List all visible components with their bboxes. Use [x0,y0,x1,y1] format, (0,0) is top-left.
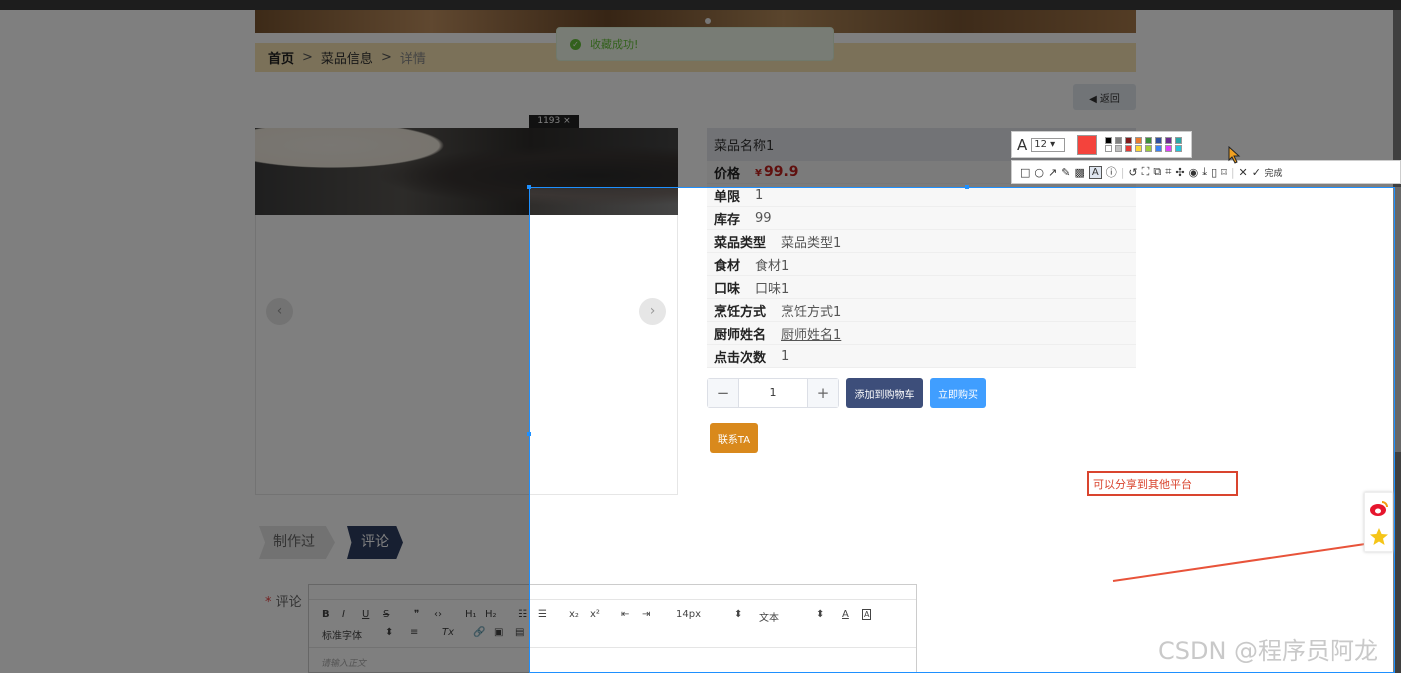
text-tool-icon[interactable]: A [1088,165,1102,179]
close-icon[interactable]: ✕ [1239,166,1248,179]
arrow-tool-icon[interactable]: ↗ [1048,166,1057,179]
ocr-icon[interactable]: ⛶ [1142,165,1150,179]
screenshot-dim-overlay [0,0,1401,187]
translate-icon[interactable]: ⧉ [1153,165,1161,179]
selection-handle[interactable] [527,432,531,436]
watermark: CSDN @程序员阿龙 [1158,637,1379,665]
download-icon[interactable]: ⤓ [1202,165,1207,179]
color-swatch[interactable] [1115,137,1123,144]
color-palette [1105,137,1184,152]
font-size-value: 12 [1034,138,1047,150]
pen-tool-icon[interactable]: ✎ [1061,166,1070,179]
rectangle-tool-icon[interactable]: □ [1020,166,1030,179]
pin-icon[interactable]: ✣ [1175,166,1184,179]
text-style-icon: A [1017,135,1028,154]
current-color-swatch[interactable] [1077,134,1098,155]
color-swatch[interactable] [1165,145,1173,152]
screenshot-dim-overlay [0,187,529,673]
color-swatch[interactable] [1125,145,1133,152]
undo-icon[interactable]: ↺ [1128,166,1137,179]
selection-rectangle[interactable] [529,187,1395,673]
color-swatch[interactable] [1165,137,1173,144]
phone-icon[interactable]: ▯ [1211,166,1217,179]
mosaic-tool-icon[interactable]: ▩ [1074,166,1084,179]
color-swatch[interactable] [1135,137,1143,144]
color-swatch[interactable] [1125,137,1133,144]
color-swatch[interactable] [1105,137,1113,144]
color-swatch[interactable] [1135,145,1143,152]
color-swatch[interactable] [1145,137,1153,144]
cursor-shape [1228,146,1241,164]
toolbar-divider: | [1230,165,1235,179]
color-swatch[interactable] [1115,145,1123,152]
selection-handle[interactable] [965,185,969,189]
number-tool-icon[interactable]: ⓘ [1106,164,1117,180]
color-swatch[interactable] [1175,137,1183,144]
screenshot-dim-overlay [1395,187,1401,673]
color-swatch[interactable] [1145,145,1153,152]
color-swatch[interactable] [1155,137,1163,144]
done-button[interactable]: ✓ 完成 [1252,166,1283,179]
color-swatch[interactable] [1105,145,1113,152]
color-swatch[interactable] [1155,145,1163,152]
cursor-icon [1228,146,1241,164]
done-label: 完成 [1264,168,1283,179]
ellipse-tool-icon[interactable]: ○ [1034,166,1044,179]
font-size-select[interactable]: 12 ▾ [1031,137,1066,152]
selection-handle[interactable] [527,185,531,189]
color-swatch[interactable] [1175,145,1183,152]
snapshot-tool-toolbar: □ ○ ↗ ✎ ▩ A ⓘ | ↺ ⛶ ⧉ ⌗ ✣ ◉ ⤓ ▯ ⌑ | ✕ ✓ … [1011,160,1401,184]
crop-icon[interactable]: ⌗ [1165,165,1171,179]
bookmark-icon[interactable]: ⌑ [1221,166,1227,179]
toolbar-divider: | [1120,165,1125,179]
snapshot-style-toolbar: A 12 ▾ [1011,131,1192,158]
record-icon[interactable]: ◉ [1189,166,1199,179]
